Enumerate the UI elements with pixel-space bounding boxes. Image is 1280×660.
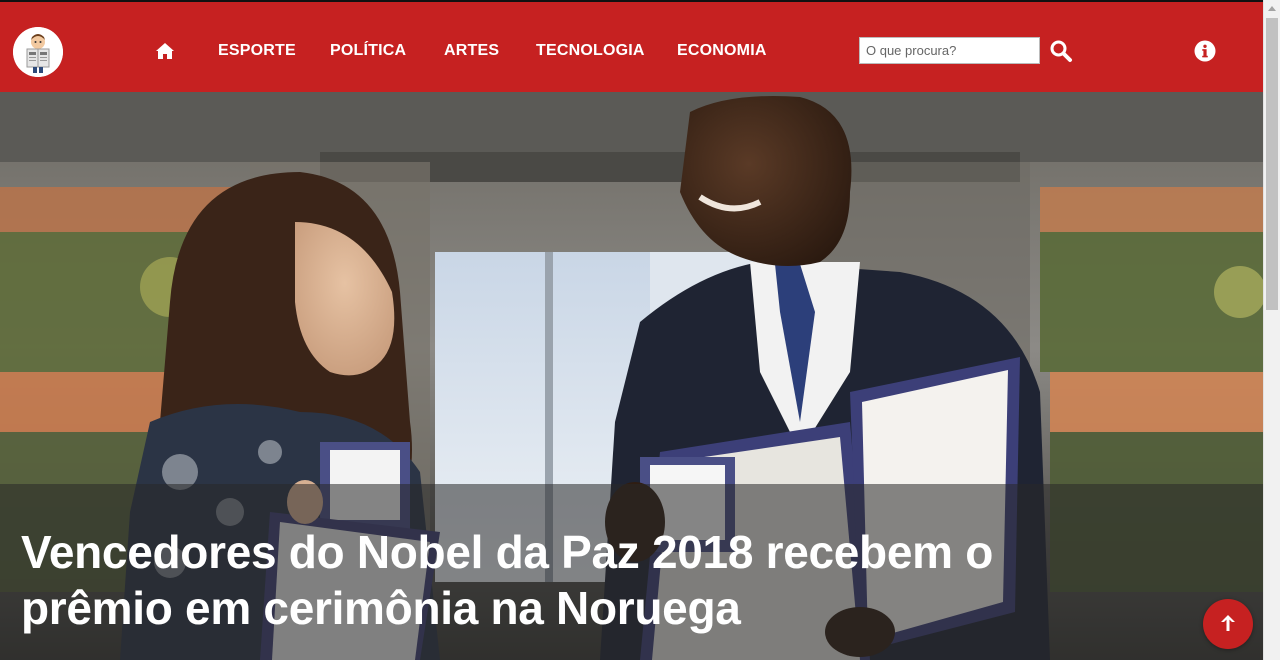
nav-link-esporte[interactable]: ESPORTE <box>218 42 296 60</box>
navbar: ESPORTE POLÍTICA ARTES TECNOLOGIA ECONOM… <box>0 2 1263 92</box>
nav-link-economia[interactable]: ECONOMIA <box>677 42 767 60</box>
scroll-up-arrow-icon[interactable] <box>1264 0 1280 17</box>
nav-link-politica[interactable]: POLÍTICA <box>330 42 406 60</box>
nav-link-artes[interactable]: ARTES <box>444 42 499 60</box>
info-icon[interactable] <box>1194 40 1216 62</box>
search-icon[interactable] <box>1049 39 1073 63</box>
nav-link-tecnologia[interactable]: TECNOLOGIA <box>536 42 645 60</box>
search-input[interactable] <box>859 37 1040 64</box>
home-icon[interactable] <box>155 42 175 60</box>
hero-headline[interactable]: Vencedores do Nobel da Paz 2018 recebem … <box>21 524 1061 636</box>
site-logo[interactable] <box>13 27 63 77</box>
newspaper-reader-logo <box>13 27 63 77</box>
scrollbar-thumb[interactable] <box>1266 18 1278 310</box>
hero-banner[interactable]: Vencedores do Nobel da Paz 2018 recebem … <box>0 92 1263 660</box>
arrow-up-icon <box>1221 615 1235 631</box>
back-to-top-button[interactable] <box>1203 599 1253 649</box>
vertical-scrollbar[interactable] <box>1263 0 1280 660</box>
